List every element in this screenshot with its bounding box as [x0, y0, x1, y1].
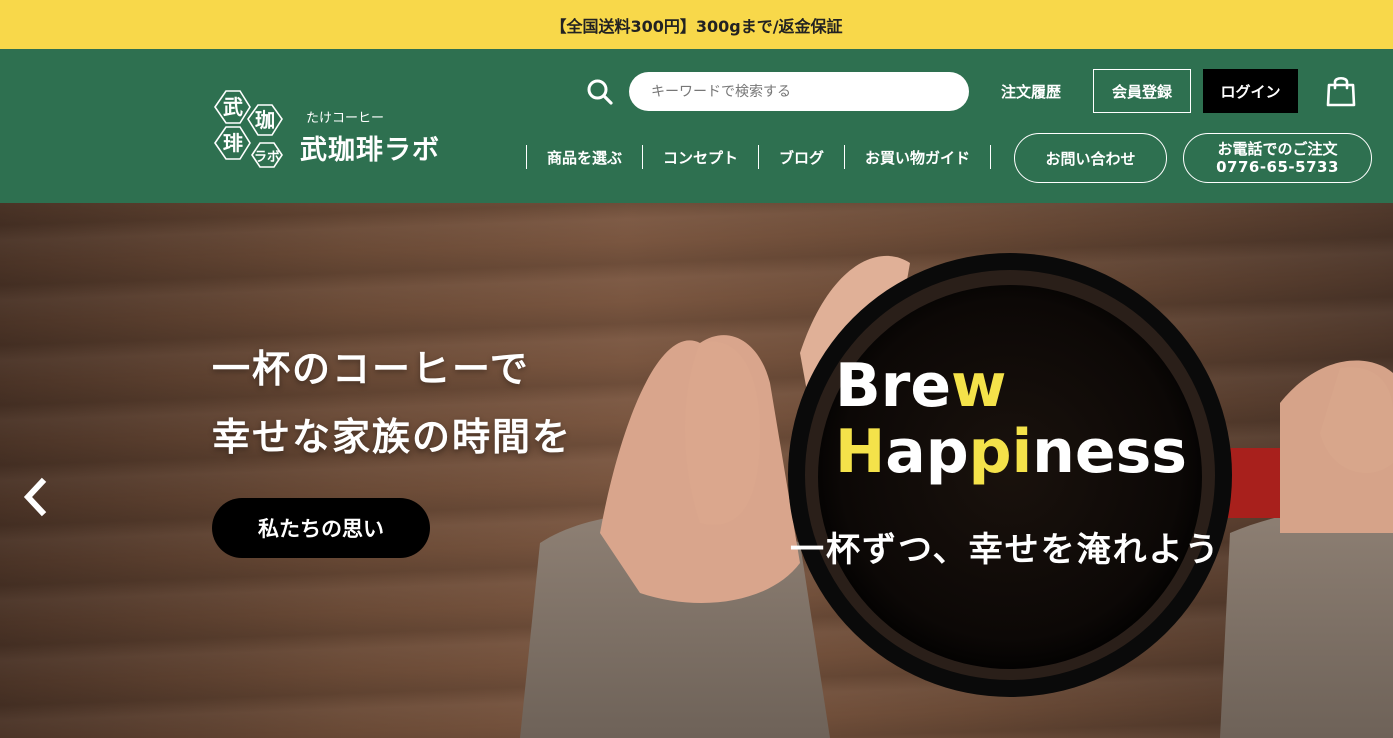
nav-divider	[990, 145, 992, 169]
inquiry-button[interactable]: お問い合わせ	[1014, 133, 1167, 183]
nav-item-shopping-guide[interactable]: お買い物ガイド	[844, 145, 990, 169]
hero-slider: 一杯のコーヒーで 幸せな家族の時間を 私たちの思い Brew Happiness…	[0, 203, 1393, 738]
site-logo[interactable]: 武 珈 琲 ラボ たけコーヒー 武珈琲ラボ	[212, 85, 440, 169]
login-button[interactable]: ログイン	[1203, 69, 1298, 113]
logo-mark-icon: 武 珈 琲 ラボ	[214, 90, 283, 168]
nav-item-products[interactable]: 商品を選ぶ	[526, 145, 642, 169]
register-button[interactable]: 会員登録	[1093, 69, 1191, 113]
svg-text:武: 武	[223, 95, 243, 119]
phone-order-button[interactable]: お電話でのご注文 0776-65-5733	[1183, 133, 1372, 183]
our-story-button[interactable]: 私たちの思い	[212, 498, 430, 558]
happiness-accent-h: H	[835, 417, 886, 487]
svg-text:ラボ: ラボ	[254, 149, 280, 165]
search-input[interactable]	[629, 72, 969, 111]
phone-order-label: お電話でのご注文	[1217, 140, 1338, 158]
happiness-accent-pi: pi	[968, 417, 1033, 487]
brew-happiness-logo: Brew Happiness	[835, 353, 1187, 485]
site-header: 武 珈 琲 ラボ たけコーヒー 武珈琲ラボ 注文履歴 会員登録 ログイン 商品を…	[0, 49, 1393, 203]
chevron-left-icon[interactable]	[20, 477, 50, 517]
phone-number: 0776-65-5733	[1216, 158, 1339, 176]
logo-name: 武珈琲ラボ	[300, 135, 440, 166]
brew-line: Brew	[835, 353, 1187, 419]
logo-text: たけコーヒー 武珈琲ラボ	[300, 107, 440, 167]
logo-subtitle: たけコーヒー	[306, 111, 385, 126]
nav-item-blog[interactable]: ブログ	[758, 145, 844, 169]
svg-text:琲: 琲	[223, 131, 243, 155]
hero-tagline: 一杯ずつ、幸せを淹れよう	[790, 530, 1221, 570]
hero-headline-line2: 幸せな家族の時間を	[212, 415, 573, 459]
announcement-bar: 【全国送料300円】300gまで/返金保証	[0, 0, 1393, 49]
happiness-part-ap: ap	[885, 417, 969, 487]
svg-text:珈: 珈	[255, 108, 275, 132]
happiness-line: Happiness	[835, 419, 1187, 485]
brew-word-part: Bre	[835, 351, 952, 421]
hero-headline-line1: 一杯のコーヒーで	[212, 347, 530, 391]
happiness-part-ness: ness	[1032, 417, 1188, 487]
search-icon[interactable]	[586, 78, 614, 106]
nav-item-concept[interactable]: コンセプト	[642, 145, 758, 169]
brew-word-accent: w	[951, 351, 1007, 421]
cart-icon[interactable]	[1326, 75, 1356, 107]
order-history-link[interactable]: 注文履歴	[1001, 81, 1061, 102]
announcement-text: 【全国送料300円】300gまで/返金保証	[550, 16, 843, 36]
main-nav: 商品を選ぶ コンセプト ブログ お買い物ガイド	[526, 145, 992, 169]
hero-headline: 一杯のコーヒーで 幸せな家族の時間を	[212, 335, 572, 471]
